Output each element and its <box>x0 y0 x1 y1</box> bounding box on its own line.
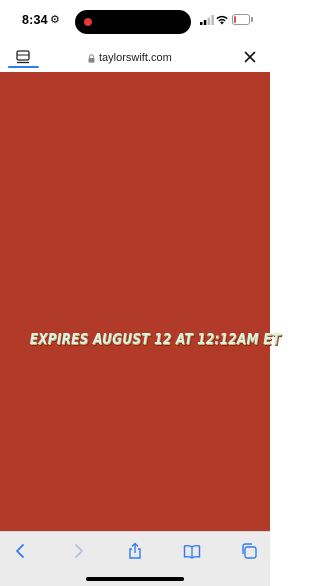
cellular-signal-icon <box>200 15 214 25</box>
wifi-icon <box>216 15 228 25</box>
battery-nub <box>251 17 253 22</box>
address-bar: taylorswift.com <box>0 42 270 72</box>
lock-icon <box>88 53 95 63</box>
active-tab-indicator <box>8 66 39 68</box>
gear-icon: ⚙ <box>50 14 60 26</box>
tabs-list-icon[interactable] <box>10 47 38 67</box>
bookmarks-icon[interactable] <box>183 542 201 560</box>
dynamic-island <box>75 10 191 34</box>
share-icon[interactable] <box>126 542 144 560</box>
expiry-headline: EXPIRES AUGUST 12 AT 12:12AM ET <box>29 330 281 348</box>
back-icon[interactable] <box>12 542 30 560</box>
battery-icon: 17 <box>232 14 250 25</box>
status-time: 8:34 <box>22 13 48 27</box>
home-indicator <box>86 577 184 581</box>
recording-indicator-icon <box>84 18 92 26</box>
battery-level-text: 17 <box>237 16 245 23</box>
page-content: EXPIRES AUGUST 12 AT 12:12AM ET <box>0 72 281 531</box>
close-icon[interactable] <box>244 51 256 63</box>
tabs-icon[interactable] <box>240 542 258 560</box>
forward-icon[interactable] <box>69 542 87 560</box>
status-bar: 8:34 ⚙ 17 <box>0 0 270 42</box>
url-field[interactable]: taylorswift.com <box>88 50 172 66</box>
url-text: taylorswift.com <box>99 52 172 64</box>
